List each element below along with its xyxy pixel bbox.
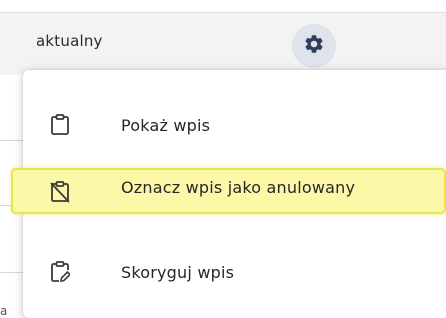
partial-text: a <box>0 304 8 318</box>
menu-item-label: Pokaż wpis <box>121 115 211 135</box>
status-text: aktualny <box>36 32 103 50</box>
menu-item-show-entry[interactable]: Pokaż wpis <box>23 96 446 154</box>
screen: aktualny a Pokaż wpis Oznacz wpis jako a… <box>0 0 446 318</box>
menu-item-label: Oznacz wpis jako anulowany <box>121 178 356 197</box>
context-menu: Pokaż wpis Oznacz wpis jako anulowany Sk… <box>11 70 446 318</box>
clipboard-off-icon <box>49 180 71 204</box>
menu-item-label: Skoryguj wpis <box>121 262 235 282</box>
settings-button[interactable] <box>292 24 336 68</box>
gear-icon <box>303 33 325 59</box>
clipboard-edit-icon <box>49 260 71 284</box>
menu-item-correct-entry[interactable]: Skoryguj wpis <box>23 243 446 301</box>
clipboard-icon <box>49 113 71 137</box>
menu-item-cancel-entry[interactable]: Oznacz wpis jako anulowany <box>11 160 446 218</box>
